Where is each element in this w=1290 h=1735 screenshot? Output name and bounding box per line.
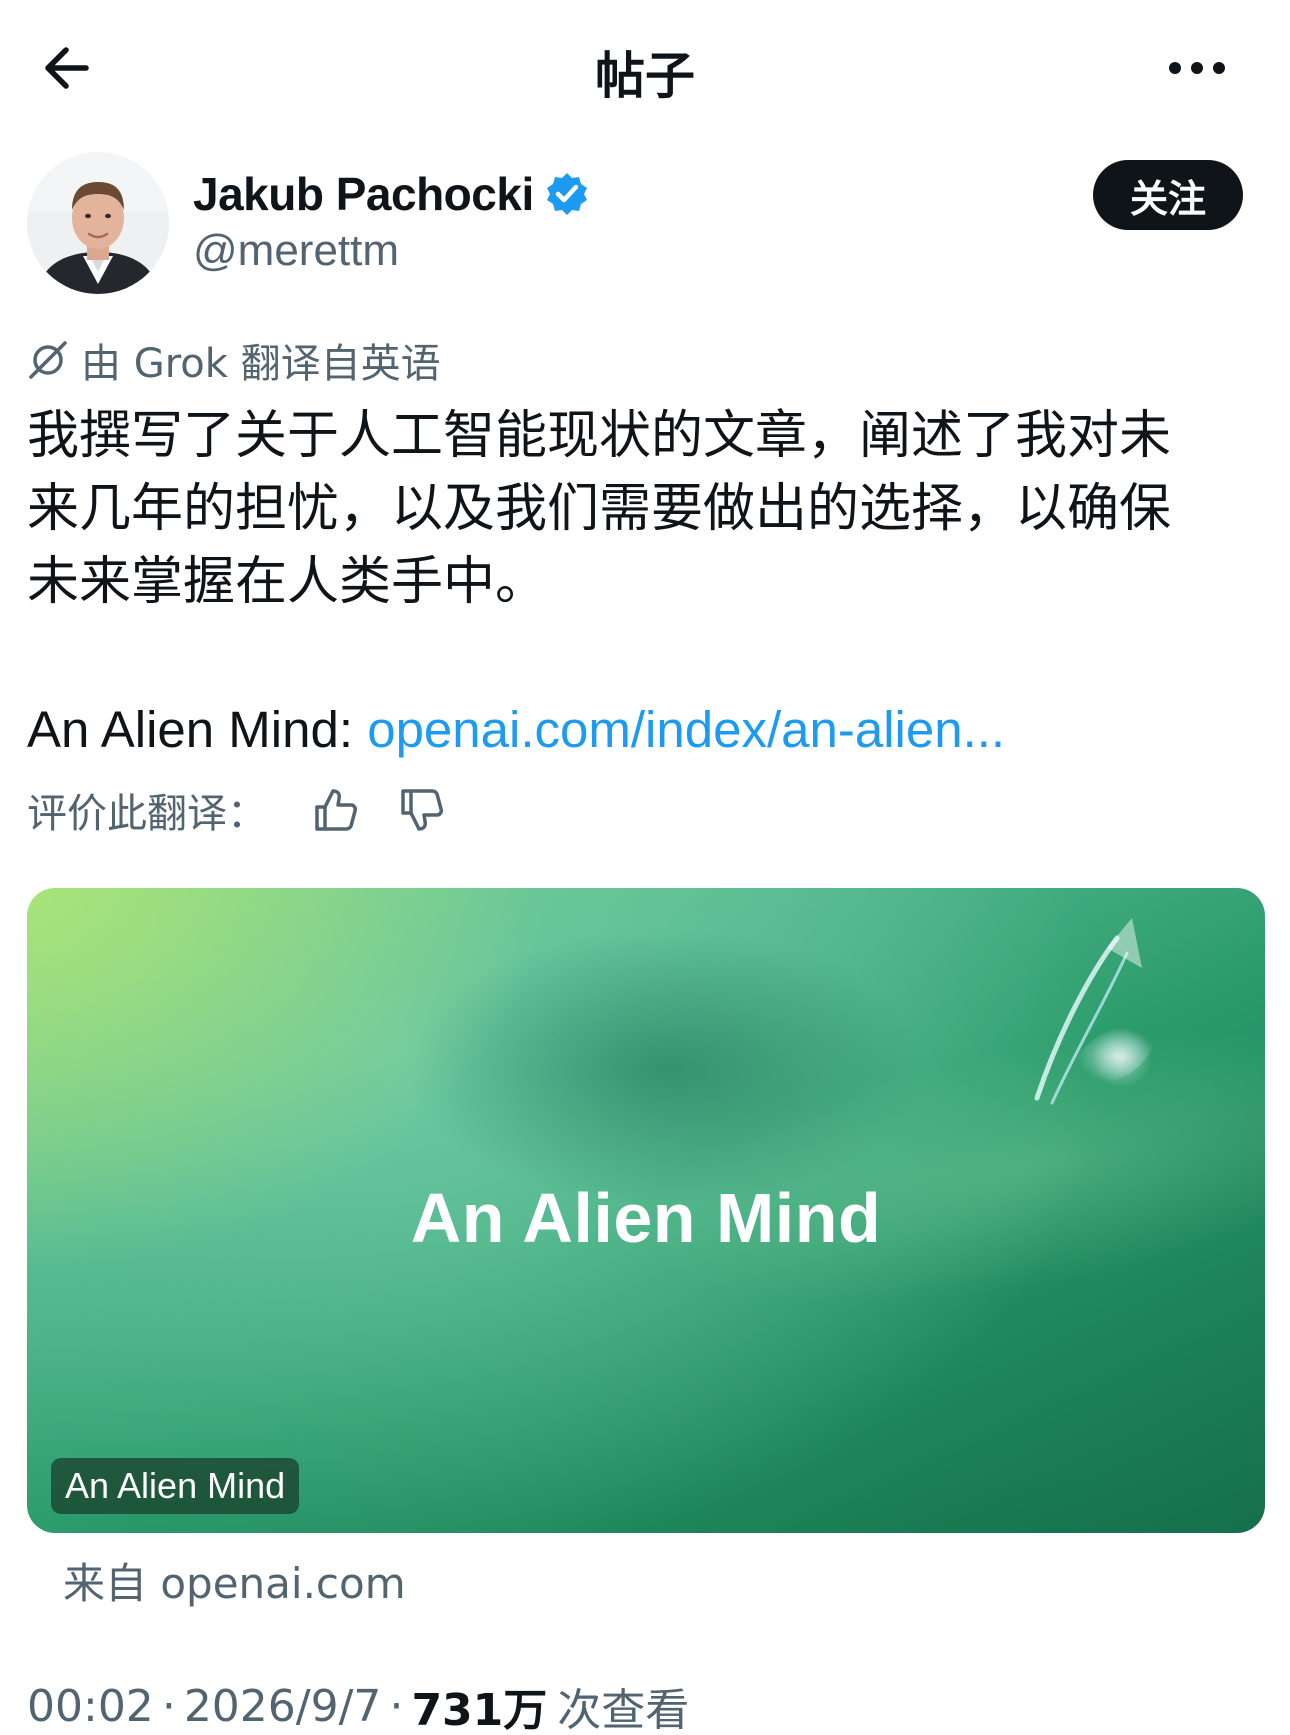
grok-icon [29,341,67,379]
view-count-label: 次查看 [557,1685,690,1735]
card-source[interactable]: 来自 openai.com [63,1550,406,1611]
author-display-name[interactable]: Jakub Pachocki [193,167,534,221]
author-name-row[interactable]: Jakub Pachocki [193,164,590,224]
more-options-button[interactable] [1165,48,1229,88]
card-caption-badge: An Alien Mind [51,1458,300,1514]
post-date: 2026/9/7 [183,1680,382,1732]
view-count[interactable]: 731万 [411,1674,547,1735]
follow-button[interactable]: 关注 [1093,160,1243,230]
post-link-row: An Alien Mind: openai.com/index/an-alien… [27,695,1257,765]
top-bar: 帖子 [0,0,1290,135]
crystal-artwork [1034,918,1157,1105]
translation-notice-text: 由 Grok 翻译自英语 [81,341,441,387]
avatar[interactable] [27,152,169,294]
post-link[interactable]: openai.com/index/an-alien... [367,701,1005,758]
separator-dot: · [161,1680,176,1732]
thumbs-up-icon[interactable] [311,785,361,835]
translation-notice: 由 Grok 翻译自英语 [27,335,441,387]
post-text-line: 我撰写了关于人工智能现状的文章，阐述了我对未 [27,406,1172,466]
post-text-line: 来几年的担忧，以及我们需要做出的选择，以确保 [27,479,1172,539]
post-link-prefix: An Alien Mind: [27,701,368,758]
thumbs-down-icon[interactable] [397,785,447,835]
separator-dot: · [389,1680,404,1732]
post-text: 我撰写了关于人工智能现状的文章，阐述了我对未 来几年的担忧，以及我们需要做出的选… [27,400,1257,619]
profile-photo [27,152,169,294]
post-time: 00:02 [27,1680,154,1732]
rate-translation-row: 评价此翻译： [27,782,447,838]
author-handle[interactable]: @merettm [193,226,399,276]
post-text-line: 未来掌握在人类手中。 [27,552,548,612]
link-preview-card[interactable]: An Alien Mind An Alien Mind [27,888,1265,1533]
page-title: 帖子 [595,47,695,105]
more-horizontal-icon [1169,62,1225,74]
verified-badge-icon [546,173,587,215]
rate-translation-label: 评价此翻译： [27,791,267,837]
post-meta: 00:02 · 2026/9/7 · 731万 次查看 [27,1678,689,1735]
card-title: An Alien Mind [410,1179,882,1257]
